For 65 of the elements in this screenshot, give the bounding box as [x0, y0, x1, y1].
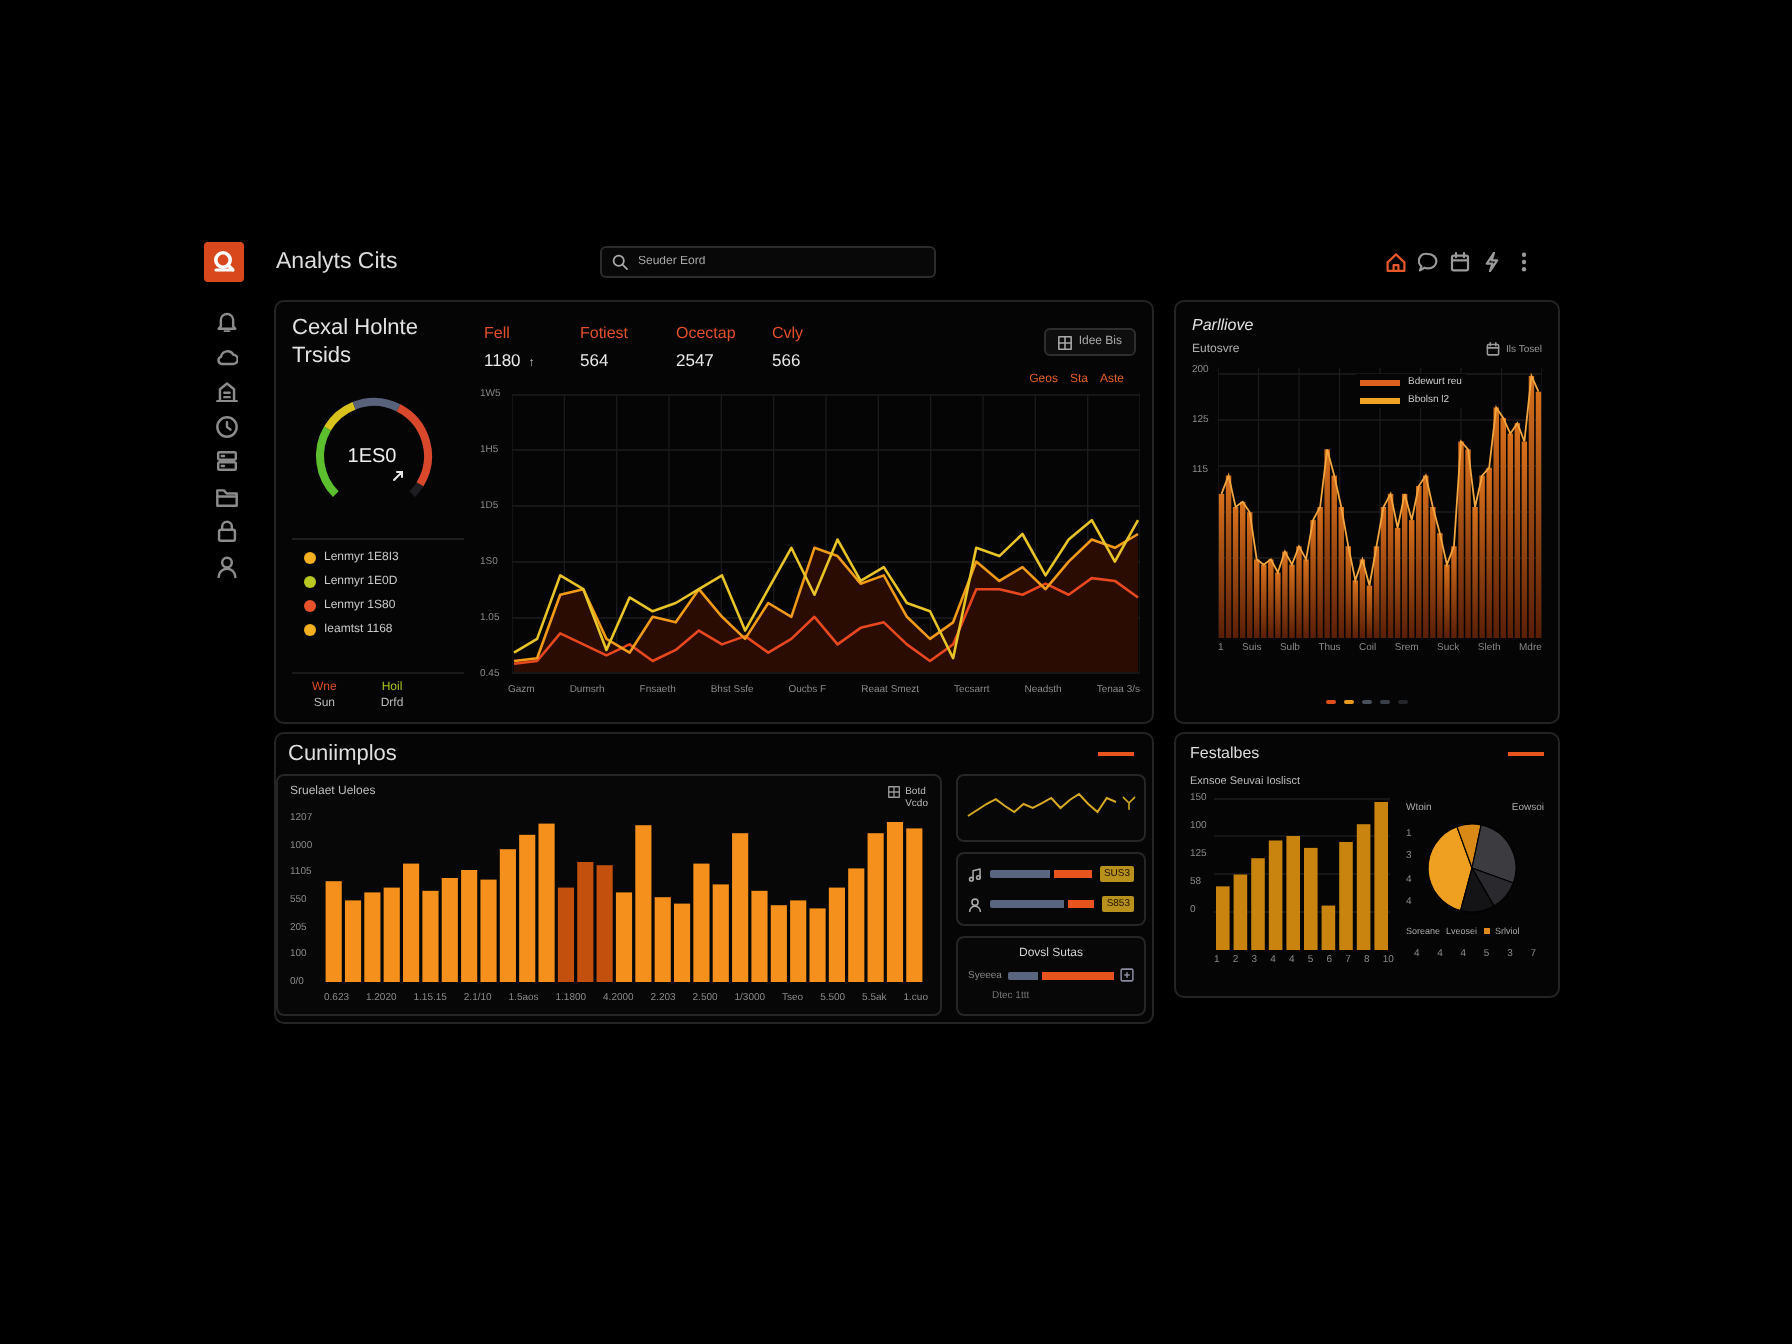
lock-icon[interactable] — [216, 520, 238, 542]
bar — [1321, 905, 1336, 950]
grid-icon — [887, 786, 900, 798]
bar — [480, 879, 497, 982]
kpi-label: Fell — [484, 324, 512, 342]
calendar-icon — [1486, 342, 1501, 356]
bar — [1268, 840, 1283, 950]
grid-icon — [1058, 335, 1073, 349]
plus-icon[interactable] — [1120, 968, 1134, 982]
bar — [1216, 886, 1230, 950]
calendar-icon[interactable] — [1450, 252, 1470, 272]
gauge-value: 1ES0 — [347, 446, 397, 468]
bar — [1339, 841, 1353, 950]
bar — [461, 870, 478, 982]
arrow-icon — [393, 471, 403, 481]
bar — [422, 890, 439, 982]
bar — [364, 892, 381, 982]
clock-icon[interactable] — [216, 415, 238, 437]
bar — [499, 849, 516, 982]
bar — [1286, 836, 1300, 950]
server-icon[interactable] — [216, 450, 238, 472]
panel-title: Cexal Holnte Trsids — [292, 314, 420, 370]
cloud-icon[interactable] — [216, 345, 238, 367]
kpi-label: Cvly — [772, 324, 806, 342]
chat-icon[interactable] — [1418, 252, 1438, 272]
kpi-value: 564 — [580, 350, 609, 370]
bar — [770, 905, 787, 982]
bar — [1233, 874, 1248, 950]
user-icon[interactable] — [216, 555, 238, 577]
bar — [790, 900, 807, 982]
music-icon — [968, 867, 982, 881]
folder-icon[interactable] — [216, 485, 238, 507]
bar — [325, 881, 342, 982]
bar — [828, 887, 845, 982]
user-icon — [968, 897, 982, 911]
bar — [383, 887, 400, 982]
bar — [344, 900, 362, 982]
kpi-value: 566 — [772, 350, 801, 370]
bar — [577, 862, 594, 982]
accent-line — [1098, 752, 1134, 756]
panel-title: Festalbes — [1190, 744, 1260, 762]
accent-line — [1508, 751, 1544, 755]
kpi-value: 1180 — [484, 350, 521, 370]
bar — [712, 884, 729, 982]
kpi-label: Ocectap — [676, 324, 738, 342]
panel-title: Cuniimplos — [288, 742, 397, 766]
bar — [1356, 824, 1371, 950]
panel-title: Parlliove — [1192, 316, 1254, 334]
bar — [1304, 847, 1318, 950]
bar — [1251, 858, 1265, 950]
bar — [809, 908, 826, 982]
fork-icon — [1122, 795, 1136, 809]
search-icon — [612, 254, 628, 270]
bar — [403, 863, 420, 982]
bell-icon[interactable] — [216, 310, 238, 332]
bar — [596, 865, 613, 982]
logo-icon — [204, 242, 244, 282]
app-title: Analyts Cits — [276, 250, 400, 274]
lightning-icon[interactable] — [1482, 252, 1502, 272]
home-icon[interactable] — [1386, 252, 1406, 272]
building-icon[interactable] — [216, 380, 238, 402]
kpi-label: Fotiest — [580, 324, 631, 342]
kpi-value: 2547 — [676, 350, 714, 370]
bar — [441, 878, 458, 982]
bar — [848, 868, 865, 982]
